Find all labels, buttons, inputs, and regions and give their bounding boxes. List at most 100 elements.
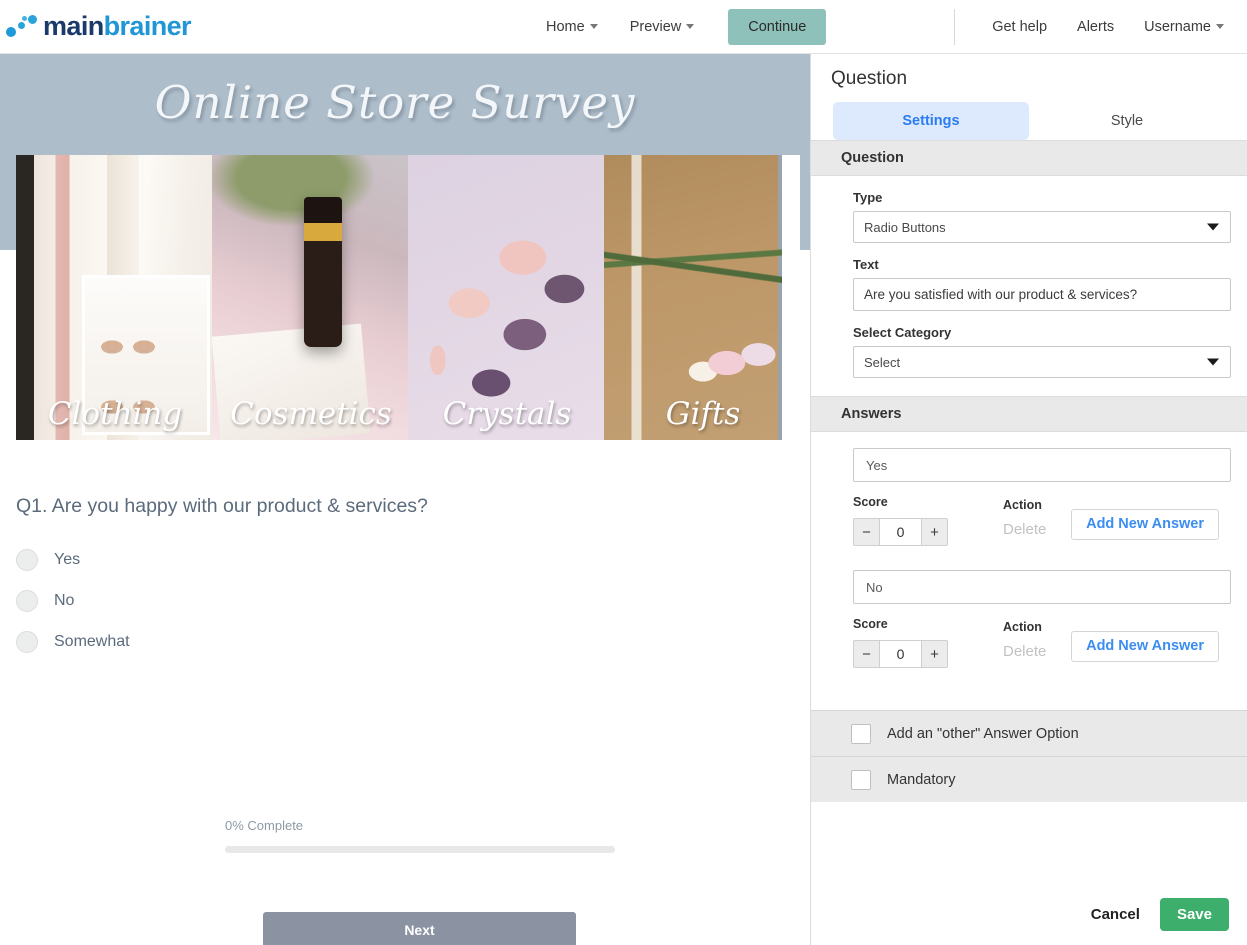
next-button[interactable]: Next xyxy=(263,912,576,945)
answer-text-input[interactable]: No xyxy=(853,570,1231,604)
gallery-tile-label: Clothing xyxy=(47,396,183,432)
cancel-button[interactable]: Cancel xyxy=(1085,898,1146,931)
radio-button-icon[interactable] xyxy=(16,548,38,571)
mandatory-row[interactable]: Mandatory xyxy=(811,756,1247,802)
top-navigation-bar: mainbrainer Home Preview Continue Get he… xyxy=(0,0,1247,54)
add-new-answer-button[interactable]: Add New Answer xyxy=(1071,509,1219,540)
action-column-label: Action xyxy=(1003,497,1042,512)
score-decrement-button[interactable]: − xyxy=(853,518,879,546)
survey-card: Clothing Cosmetics Crystals Gifts Q1. Ar… xyxy=(16,155,800,945)
gallery-tile-crystals: Crystals xyxy=(408,155,606,440)
answer-text-value: No xyxy=(866,579,883,595)
gallery-tile-label: Crystals xyxy=(442,396,572,432)
brand-sub-text: brainer xyxy=(103,11,192,41)
gallery-tile-label: Gifts xyxy=(665,396,741,432)
continue-button[interactable]: Continue xyxy=(728,8,827,45)
score-increment-button[interactable]: + xyxy=(922,640,948,668)
action-column: Action Delete Add New Answer xyxy=(1003,495,1219,540)
score-stepper[interactable]: − 0 + xyxy=(853,518,948,546)
save-button[interactable]: Save xyxy=(1159,897,1229,931)
answer-text-value: Yes xyxy=(866,457,888,473)
survey-progress: 0% Complete xyxy=(225,818,615,853)
question-fields: Type Radio Buttons Text Are you satisfie… xyxy=(811,190,1247,378)
question-text-input[interactable]: Are you satisfied with our product & ser… xyxy=(853,278,1231,311)
score-column: Score − 0 + xyxy=(853,495,1003,546)
category-image-gallery: Clothing Cosmetics Crystals Gifts xyxy=(16,155,782,440)
other-answer-option-row[interactable]: Add an "other" Answer Option xyxy=(811,710,1247,756)
score-column-label: Score xyxy=(853,495,888,509)
answer-meta: Score − 0 + Action Delete Add New Answer xyxy=(853,495,1219,546)
nav-username-label: Username xyxy=(1144,18,1211,35)
panel-title: Question xyxy=(831,68,908,89)
score-stepper[interactable]: − 0 + xyxy=(853,640,948,668)
preview-option-label: Somewhat xyxy=(54,632,130,650)
preview-option-label: Yes xyxy=(54,550,81,568)
brand-wordmark: mainbrainer xyxy=(43,11,192,42)
tab-style[interactable]: Style xyxy=(1029,102,1225,140)
tab-settings[interactable]: Settings xyxy=(833,102,1029,140)
survey-title: Online Store Survey xyxy=(154,76,636,129)
other-answer-checkbox[interactable] xyxy=(851,723,871,744)
nav-item-alerts[interactable]: Alerts xyxy=(1062,11,1129,43)
type-select-value: Radio Buttons xyxy=(864,219,946,235)
preview-option-yes[interactable]: Yes xyxy=(16,539,782,580)
nav-divider xyxy=(954,8,956,45)
question-settings-panel: Question Settings Style Question Type Ra… xyxy=(810,54,1247,945)
section-header-question: Question xyxy=(811,140,1247,176)
brand-main-text: main xyxy=(43,11,104,41)
preview-question-text: Q1. Are you happy with our product & ser… xyxy=(16,495,428,517)
chevron-down-icon xyxy=(589,24,598,30)
section-header-answers: Answers xyxy=(811,396,1247,432)
preview-option-somewhat[interactable]: Somewhat xyxy=(16,621,782,662)
nav-item-username[interactable]: Username xyxy=(1129,11,1239,43)
other-answer-label: Add an "other" Answer Option xyxy=(887,725,1079,742)
score-column: Score − 0 + xyxy=(853,617,1003,668)
preview-option-label: No xyxy=(54,591,75,609)
chevron-down-icon xyxy=(1216,24,1224,30)
chevron-down-icon xyxy=(686,24,695,30)
chevron-down-icon xyxy=(1207,358,1219,366)
delete-answer-button[interactable]: Delete xyxy=(1003,643,1046,660)
nav-item-get-help[interactable]: Get help xyxy=(977,11,1062,43)
nav-item-preview[interactable]: Preview xyxy=(614,11,711,43)
progress-label: 0% Complete xyxy=(225,818,304,833)
radio-button-icon[interactable] xyxy=(16,630,38,653)
add-new-answer-button[interactable]: Add New Answer xyxy=(1071,631,1219,662)
action-column-label: Action xyxy=(1003,619,1042,634)
preview-question-block: Q1. Are you happy with our product & ser… xyxy=(16,495,782,662)
panel-footer: Cancel Save xyxy=(811,883,1247,945)
nav-home-label: Home xyxy=(546,18,585,35)
mandatory-checkbox[interactable] xyxy=(851,769,871,790)
nav-preview-label: Preview xyxy=(629,18,682,35)
preview-option-no[interactable]: No xyxy=(16,580,782,621)
question-text-value: Are you satisfied with our product & ser… xyxy=(864,287,1138,302)
mandatory-label: Mandatory xyxy=(887,771,956,788)
category-select-value: Select xyxy=(864,354,901,370)
delete-answer-button[interactable]: Delete xyxy=(1003,521,1046,538)
chevron-down-icon xyxy=(1207,223,1219,231)
gallery-tile-label: Cosmetics xyxy=(230,396,392,432)
gallery-tile-clothing: Clothing xyxy=(16,155,214,440)
type-select[interactable]: Radio Buttons xyxy=(853,211,1231,243)
gallery-tile-gifts: Gifts xyxy=(604,155,782,440)
logo-dots-icon xyxy=(6,14,40,40)
answer-row: Yes Score − 0 + Action Delete Add New An… xyxy=(811,432,1247,546)
score-value[interactable]: 0 xyxy=(879,640,922,668)
score-decrement-button[interactable]: − xyxy=(853,640,879,668)
action-column: Action Delete Add New Answer xyxy=(1003,617,1219,662)
score-increment-button[interactable]: + xyxy=(922,518,948,546)
score-value[interactable]: 0 xyxy=(879,518,922,546)
survey-preview-pane: Online Store Survey Clothing Cosmetics C… xyxy=(0,54,810,945)
answer-text-input[interactable]: Yes xyxy=(853,448,1231,482)
nav-right-group: Get help Alerts Username xyxy=(954,8,1247,45)
panel-tabs: Settings Style xyxy=(811,90,1247,140)
nav-item-home[interactable]: Home xyxy=(530,11,614,43)
radio-button-icon[interactable] xyxy=(16,589,38,612)
mainbrainer-logo[interactable]: mainbrainer xyxy=(0,11,330,42)
gallery-tile-cosmetics: Cosmetics xyxy=(212,155,410,440)
progress-bar-track xyxy=(225,846,615,853)
type-field-label: Type xyxy=(853,190,883,205)
text-field-label: Text xyxy=(853,257,879,272)
category-select[interactable]: Select xyxy=(853,346,1231,378)
nav-center-group: Home Preview Continue xyxy=(530,8,954,45)
